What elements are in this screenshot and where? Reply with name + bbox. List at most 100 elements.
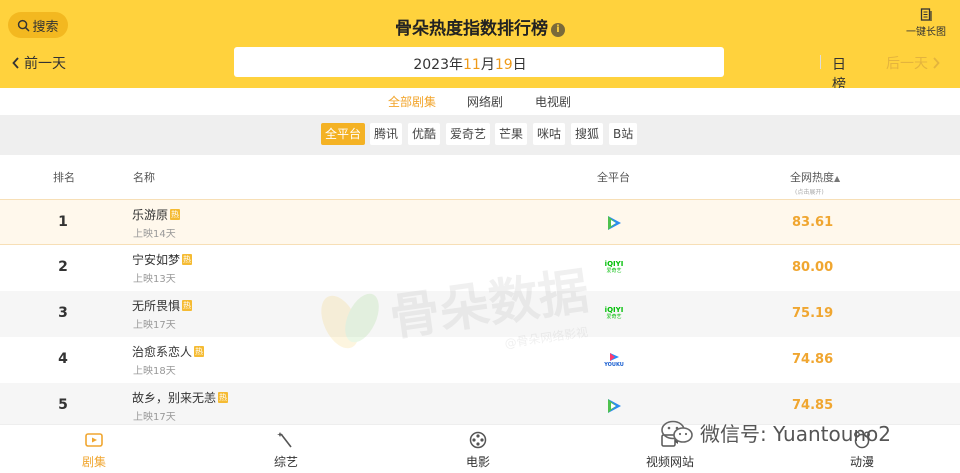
sort-icon: ▲ xyxy=(834,174,841,183)
show-title-text: 宁安如梦 xyxy=(132,253,181,267)
table-row[interactable]: 4 治愈系恋人热 上映18天 YOUKU 74.86 xyxy=(0,337,960,383)
heat-value: 75.19 xyxy=(792,306,834,321)
date-display[interactable]: 2023年11月19日 xyxy=(234,54,706,74)
wechat-watermark-text: 微信号: Yuantouno2 xyxy=(700,421,892,446)
column-header-heat[interactable]: 全网热度▲ xyxy=(790,169,840,185)
tab-all-series[interactable]: 全部剧集 xyxy=(388,93,436,117)
iqiyi-logo-text: iQIYI xyxy=(604,306,624,314)
youku-logo-text: YOUKU xyxy=(604,361,624,368)
chevron-right-icon xyxy=(933,57,940,69)
chevron-left-icon xyxy=(12,57,19,69)
platform-filter-youku[interactable]: 优酷 xyxy=(408,123,441,145)
hot-badge: 热 xyxy=(218,392,229,403)
iqiyi-logo-subtext: 爱奇艺 xyxy=(606,268,622,274)
show-title-text: 无所畏惧 xyxy=(132,299,181,313)
iqiyi-logo-subtext: 爱奇艺 xyxy=(606,314,622,320)
date-day: 19 xyxy=(494,57,513,73)
nav-series-label: 剧集 xyxy=(81,455,106,469)
prev-day-label: 前一天 xyxy=(24,56,66,72)
long-screenshot-icon xyxy=(920,8,932,21)
nav-video-sites-label: 视频网站 xyxy=(645,455,694,469)
hot-badge: 热 xyxy=(194,346,205,357)
magic-wand-icon xyxy=(277,432,292,448)
hot-badge: 热 xyxy=(170,209,181,220)
next-day-label: 后一天 xyxy=(886,56,928,72)
platform-filter-tencent[interactable]: 腾讯 xyxy=(370,123,403,145)
page-title: 骨朵热度指数排行榜 i xyxy=(0,14,960,39)
youku-logo-icon: YOUKU xyxy=(603,351,625,369)
hot-badge: 热 xyxy=(182,254,193,265)
iqiyi-logo-icon: iQIYI 爱奇艺 xyxy=(603,305,625,323)
release-days: 上映17天 xyxy=(133,412,176,423)
column-header-heat-label: 全网热度 xyxy=(790,171,834,184)
release-days: 上映13天 xyxy=(133,274,176,285)
column-header-rank: 排名 xyxy=(53,171,75,184)
table-header: 排名 名称 全平台 全网热度▲ (点击展开) xyxy=(0,155,960,199)
nav-series[interactable]: 剧集 xyxy=(54,430,134,470)
release-days: 上映14天 xyxy=(133,229,176,240)
long-screenshot-button[interactable]: 一键长图 xyxy=(904,8,948,38)
tab-web-series[interactable]: 网络剧 xyxy=(467,93,503,110)
long-screenshot-label: 一键长图 xyxy=(906,27,946,38)
platform-filter-bar: 全平台 腾讯 优酷 爱奇艺 芒果 咪咕 搜狐 B站 xyxy=(0,115,960,155)
show-title[interactable]: 宁安如梦热 xyxy=(132,251,193,268)
next-day-button[interactable]: 后一天 xyxy=(886,53,940,73)
platform-filter-migu[interactable]: 咪咕 xyxy=(533,123,566,145)
show-title[interactable]: 故乡，别来无恙热 xyxy=(132,389,229,406)
date-selector[interactable]: 2023年11月19日 日榜▼ xyxy=(234,47,846,107)
platform-filter-bilibili[interactable]: B站 xyxy=(609,123,638,145)
top-bar: 搜索 骨朵热度指数排行榜i 一键长图 前一天 2023年11月19日 日榜▼ 后… xyxy=(0,0,960,107)
category-tabs: 全部剧集 网络剧 电视剧 xyxy=(0,88,960,117)
show-title-text: 乐游原 xyxy=(132,208,169,222)
date-month-unit: 月 xyxy=(480,57,495,73)
nav-variety-label: 综艺 xyxy=(273,455,298,469)
nav-movie[interactable]: 电影 xyxy=(438,430,518,470)
heat-value: 74.85 xyxy=(792,398,834,413)
table-row[interactable]: 2 宁安如梦热 上映13天 iQIYI 爱奇艺 80.00 xyxy=(0,245,960,291)
date-day-unit: 日 xyxy=(512,57,527,73)
show-title-text: 故乡，别来无恙 xyxy=(132,391,217,405)
nav-anime-label: 动漫 xyxy=(849,455,874,469)
tencent-video-logo-icon xyxy=(603,397,625,415)
show-title[interactable]: 无所畏惧热 xyxy=(132,297,193,314)
date-year-unit: 年 xyxy=(448,57,463,73)
tv-icon xyxy=(85,433,103,447)
prev-day-button[interactable]: 前一天 xyxy=(12,53,66,73)
info-icon[interactable]: i xyxy=(551,22,565,37)
rank-number: 1 xyxy=(58,214,68,230)
nav-movie-label: 电影 xyxy=(465,455,490,469)
tab-tv-series[interactable]: 电视剧 xyxy=(535,93,571,110)
rank-number: 5 xyxy=(58,397,68,413)
rank-number: 2 xyxy=(58,259,68,275)
platform-filter-sohu[interactable]: 搜狐 xyxy=(571,123,604,145)
hot-badge: 热 xyxy=(182,300,193,311)
show-title[interactable]: 乐游原热 xyxy=(132,206,181,223)
show-title[interactable]: 治愈系恋人热 xyxy=(132,343,205,360)
show-title-text: 治愈系恋人 xyxy=(132,345,193,359)
wechat-watermark: 微信号: Yuantouno2 xyxy=(660,418,891,446)
date-divider xyxy=(820,55,821,69)
table-row[interactable]: 1 乐游原热 上映14天 83.61 xyxy=(0,199,960,245)
date-month: 11 xyxy=(462,57,481,73)
iqiyi-logo-text: iQIYI xyxy=(604,260,624,268)
film-reel-icon xyxy=(469,431,487,449)
release-days: 上映17天 xyxy=(133,320,176,331)
heat-value: 80.00 xyxy=(792,260,834,275)
heat-value: 83.61 xyxy=(792,215,834,230)
date-year: 2023 xyxy=(413,57,449,73)
heat-expand-hint[interactable]: (点击展开) xyxy=(795,187,824,196)
rank-number: 4 xyxy=(58,351,68,367)
heat-value: 74.86 xyxy=(792,352,834,367)
release-days: 上映18天 xyxy=(133,366,176,377)
platform-filter-mango[interactable]: 芒果 xyxy=(495,123,528,145)
platform-filter-iqiyi[interactable]: 爱奇艺 xyxy=(446,123,491,145)
wechat-icon xyxy=(661,420,693,443)
column-header-name: 名称 xyxy=(133,171,155,184)
platform-filter-all[interactable]: 全平台 xyxy=(321,123,366,145)
nav-variety[interactable]: 综艺 xyxy=(246,430,326,470)
page-title-text: 骨朵热度指数排行榜 xyxy=(395,19,548,39)
table-row[interactable]: 3 无所畏惧热 上映17天 iQIYI 爱奇艺 75.19 xyxy=(0,291,960,337)
rank-number: 3 xyxy=(58,305,68,321)
tencent-video-logo-icon xyxy=(603,214,625,232)
iqiyi-logo-icon: iQIYI 爱奇艺 xyxy=(603,259,625,277)
